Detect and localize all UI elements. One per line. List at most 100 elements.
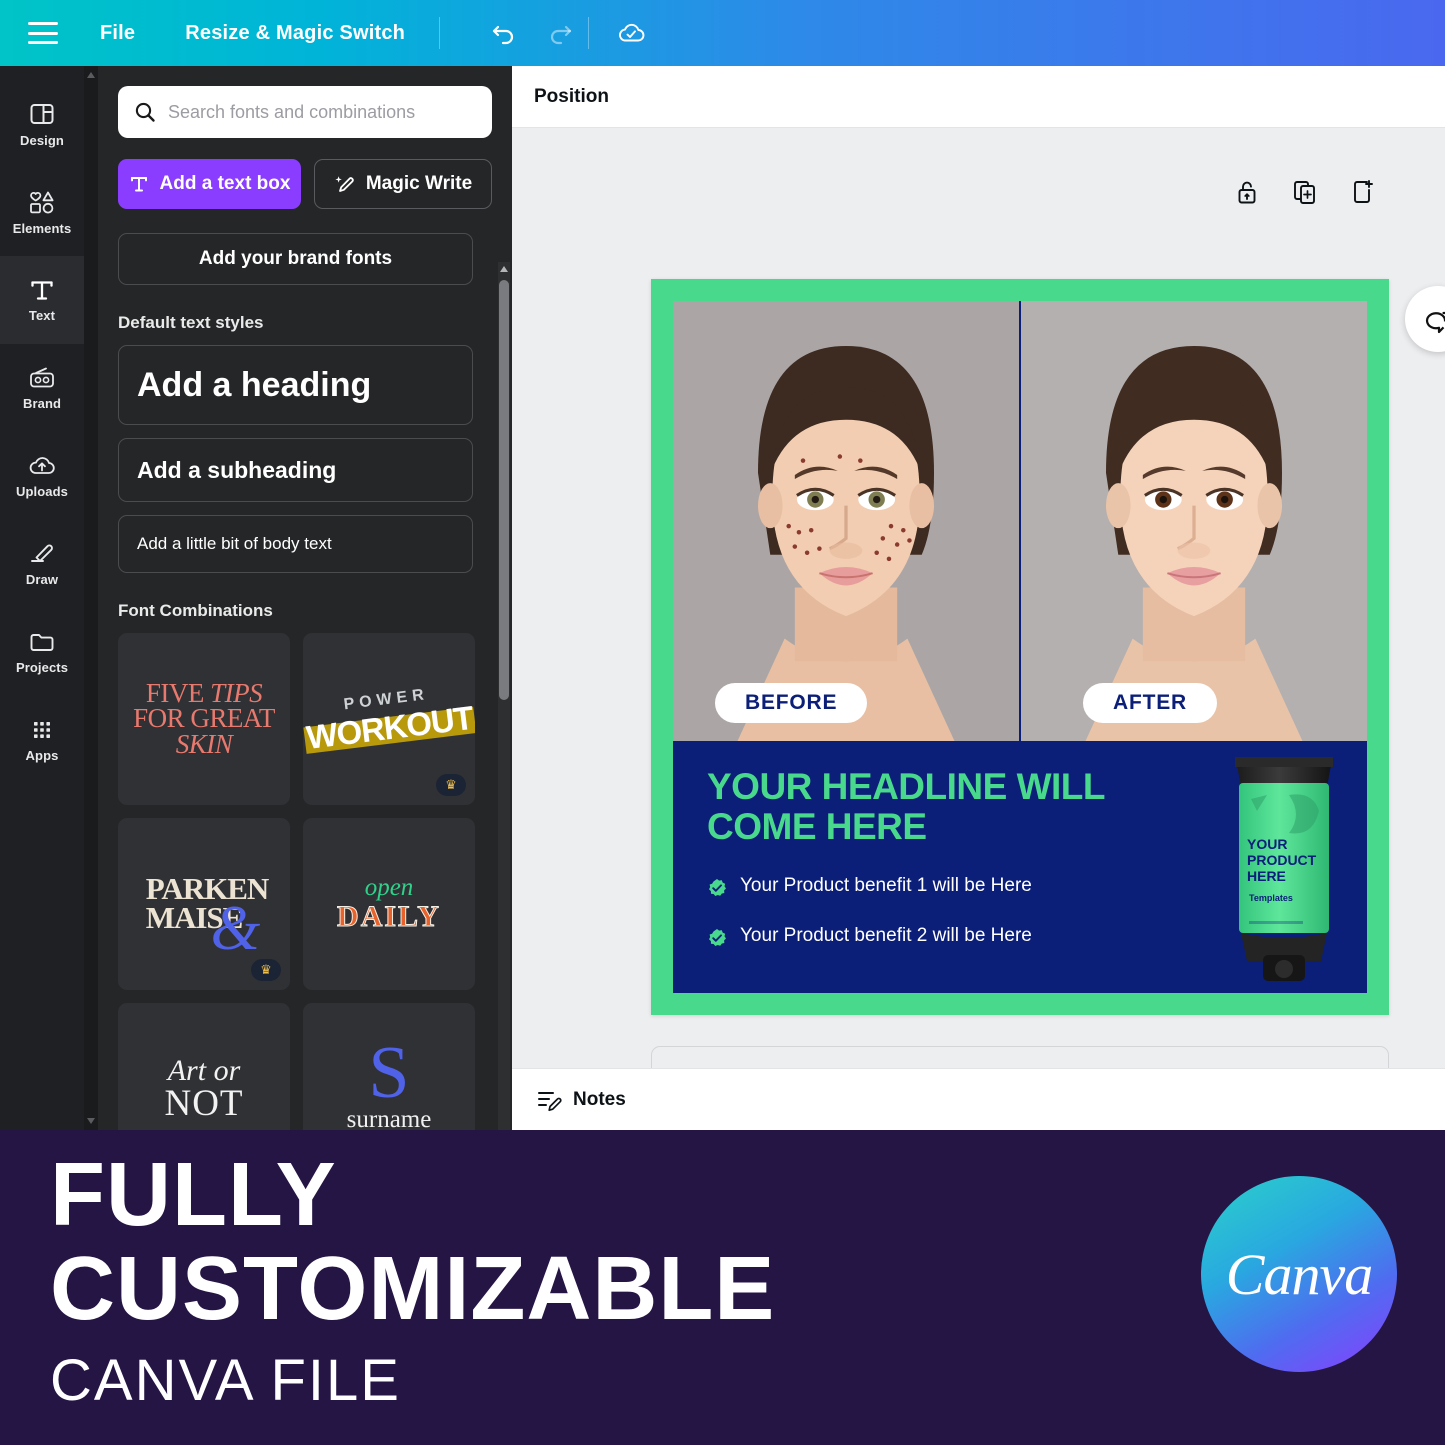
uploads-icon	[29, 457, 55, 474]
page-tools	[1229, 174, 1381, 210]
after-portrait-illustration	[1021, 301, 1367, 741]
font-combination-tile[interactable]: Art or NOT ♛	[118, 1003, 290, 1130]
font-combination-tile[interactable]: PARKEN MAISE & ♛	[118, 818, 290, 990]
canva-logo-text: Canva	[1225, 1241, 1373, 1307]
canvas-area: BEFORE AFTER YOUR HEADLINE WILL COME HER…	[512, 128, 1445, 1114]
text-panel: Add a text box Magic Write Add your bran…	[98, 66, 512, 1130]
redo-icon[interactable]	[532, 11, 588, 55]
sidebar-item-projects[interactable]: Projects	[0, 608, 84, 696]
position-bar: Position	[512, 66, 1445, 128]
add-heading-style[interactable]: Add a heading	[118, 345, 473, 425]
toolbar-divider	[439, 17, 441, 49]
scroll-down-arrow-icon[interactable]	[87, 1118, 95, 1124]
search-icon	[135, 102, 155, 122]
pro-crown-badge: ♛	[436, 774, 466, 796]
add-page-icon[interactable]	[1345, 174, 1381, 210]
projects-icon	[30, 634, 54, 651]
sidebar-item-label: Elements	[12, 221, 72, 236]
pro-crown-badge: ♛	[251, 959, 281, 981]
font-combination-tile[interactable]: FIVE TIPS FOR GREAT SKIN	[118, 633, 290, 805]
after-photo: AFTER	[1021, 301, 1367, 741]
check-badge-icon	[707, 928, 727, 953]
duplicate-page-icon[interactable]	[1287, 174, 1323, 210]
add-body-text-style[interactable]: Add a little bit of body text	[118, 515, 473, 573]
combination-preview-surname: S surname	[346, 1032, 432, 1130]
sidebar-item-uploads[interactable]: Uploads	[0, 432, 84, 520]
canva-logo: Canva	[1201, 1176, 1397, 1372]
search-box[interactable]	[118, 86, 492, 138]
tube-brand: Templates	[1249, 893, 1293, 903]
search-wrapper	[118, 86, 492, 138]
default-text-styles-title: Default text styles	[118, 313, 264, 332]
sidebar-item-label: Uploads	[16, 484, 68, 499]
hamburger-icon[interactable]	[28, 22, 58, 44]
top-toolbar: File Resize & Magic Switch	[0, 0, 1445, 66]
combo-line: NOT	[164, 1082, 244, 1124]
editor-main-area: Position BEFORE AFTER YOUR HEADLINE WILL…	[512, 66, 1445, 1130]
cloud-saved-icon[interactable]	[603, 11, 659, 55]
panel-scrollbar[interactable]	[498, 262, 510, 1130]
promo-line-2: CUSTOMIZABLE	[50, 1239, 776, 1340]
combo-line: surname	[346, 1105, 432, 1130]
combo-line: open	[364, 874, 414, 901]
scroll-up-arrow-icon[interactable]	[500, 266, 508, 272]
file-menu-button[interactable]: File	[100, 22, 135, 45]
sidebar-item-text[interactable]: Text	[0, 256, 84, 344]
tube-label-line1: YOUR	[1247, 836, 1287, 852]
combo-line: DAILY	[337, 900, 441, 934]
add-comment-icon	[1425, 311, 1445, 334]
promo-banner: FULLY CUSTOMIZABLE CANVA FILE Canva	[0, 1130, 1445, 1445]
sidebar-item-draw[interactable]: Draw	[0, 520, 84, 608]
sidebar-item-elements[interactable]: Elements	[0, 168, 84, 256]
magic-write-button[interactable]: Magic Write	[314, 159, 492, 209]
combination-preview-five-tips: FIVE TIPS FOR GREAT SKIN	[133, 680, 275, 759]
font-combinations-grid: FIVE TIPS FOR GREAT SKIN POWER WORKOUT ♛…	[118, 633, 476, 1130]
font-combination-tile[interactable]: S surname ♛	[303, 1003, 475, 1130]
add-text-box-label: Add a text box	[159, 173, 291, 194]
combo-line-italic: SKIN	[175, 728, 233, 759]
scroll-up-arrow-icon[interactable]	[87, 72, 95, 78]
combination-preview-art-or-not: Art or NOT	[164, 1054, 243, 1125]
benefit-text: Your Product benefit 1 will be Here	[740, 874, 1032, 896]
sidebar-item-label: Apps	[25, 748, 59, 763]
design-page[interactable]: BEFORE AFTER YOUR HEADLINE WILL COME HER…	[651, 279, 1389, 1015]
tube-label-line3: HERE	[1247, 868, 1286, 884]
resize-magic-switch-button[interactable]: Resize & Magic Switch	[185, 22, 405, 45]
combination-preview-open-daily: open DAILY	[337, 874, 441, 934]
notes-bar[interactable]: Notes	[512, 1068, 1445, 1130]
sidebar-item-design[interactable]: Design	[0, 80, 84, 168]
search-input[interactable]	[168, 101, 476, 123]
font-combination-tile[interactable]: POWER WORKOUT ♛	[303, 633, 475, 805]
sidebar-item-brand[interactable]: Brand	[0, 344, 84, 432]
position-button[interactable]: Position	[534, 86, 609, 108]
add-subheading-style[interactable]: Add a subheading	[118, 438, 473, 502]
before-after-photos: BEFORE AFTER	[673, 301, 1367, 741]
rail-scrollbar[interactable]	[84, 66, 98, 1130]
toolbar-divider-2	[588, 17, 590, 49]
sidebar-item-label: Text	[28, 308, 56, 323]
lock-icon[interactable]	[1229, 174, 1265, 210]
undo-icon[interactable]	[476, 11, 532, 55]
sidebar-item-label: Projects	[15, 660, 69, 675]
notes-icon	[538, 1091, 562, 1111]
promo-line-3: CANVA FILE	[50, 1347, 401, 1413]
sidebar-item-apps[interactable]: Apps	[0, 696, 84, 784]
design-body: YOUR HEADLINE WILL COME HERE Your Produc…	[673, 741, 1367, 993]
benefit-item: Your Product benefit 2 will be Here	[707, 925, 1037, 953]
combination-preview-parken-maise: PARKEN MAISE &	[140, 874, 270, 964]
font-combination-tile[interactable]: open DAILY	[303, 818, 475, 990]
combo-monogram: S	[368, 1032, 410, 1115]
add-text-box-button[interactable]: Add a text box	[118, 159, 301, 209]
sidebar-item-label: Brand	[22, 396, 62, 411]
before-portrait-illustration	[673, 301, 1019, 741]
promo-line-1: FULLY	[50, 1145, 337, 1245]
add-brand-fonts-button[interactable]: Add your brand fonts	[118, 233, 473, 285]
combo-line: FOR GREAT	[133, 703, 275, 734]
canva-editor-screenshot: File Resize & Magic Switch Design Elemen…	[0, 0, 1445, 1445]
add-comment-button[interactable]	[1405, 286, 1445, 352]
check-badge-icon	[707, 878, 727, 903]
panel-action-row: Add a text box Magic Write	[118, 159, 492, 209]
font-combinations-title: Font Combinations	[118, 601, 273, 620]
text-box-icon	[130, 177, 147, 192]
scrollbar-thumb[interactable]	[499, 280, 509, 700]
